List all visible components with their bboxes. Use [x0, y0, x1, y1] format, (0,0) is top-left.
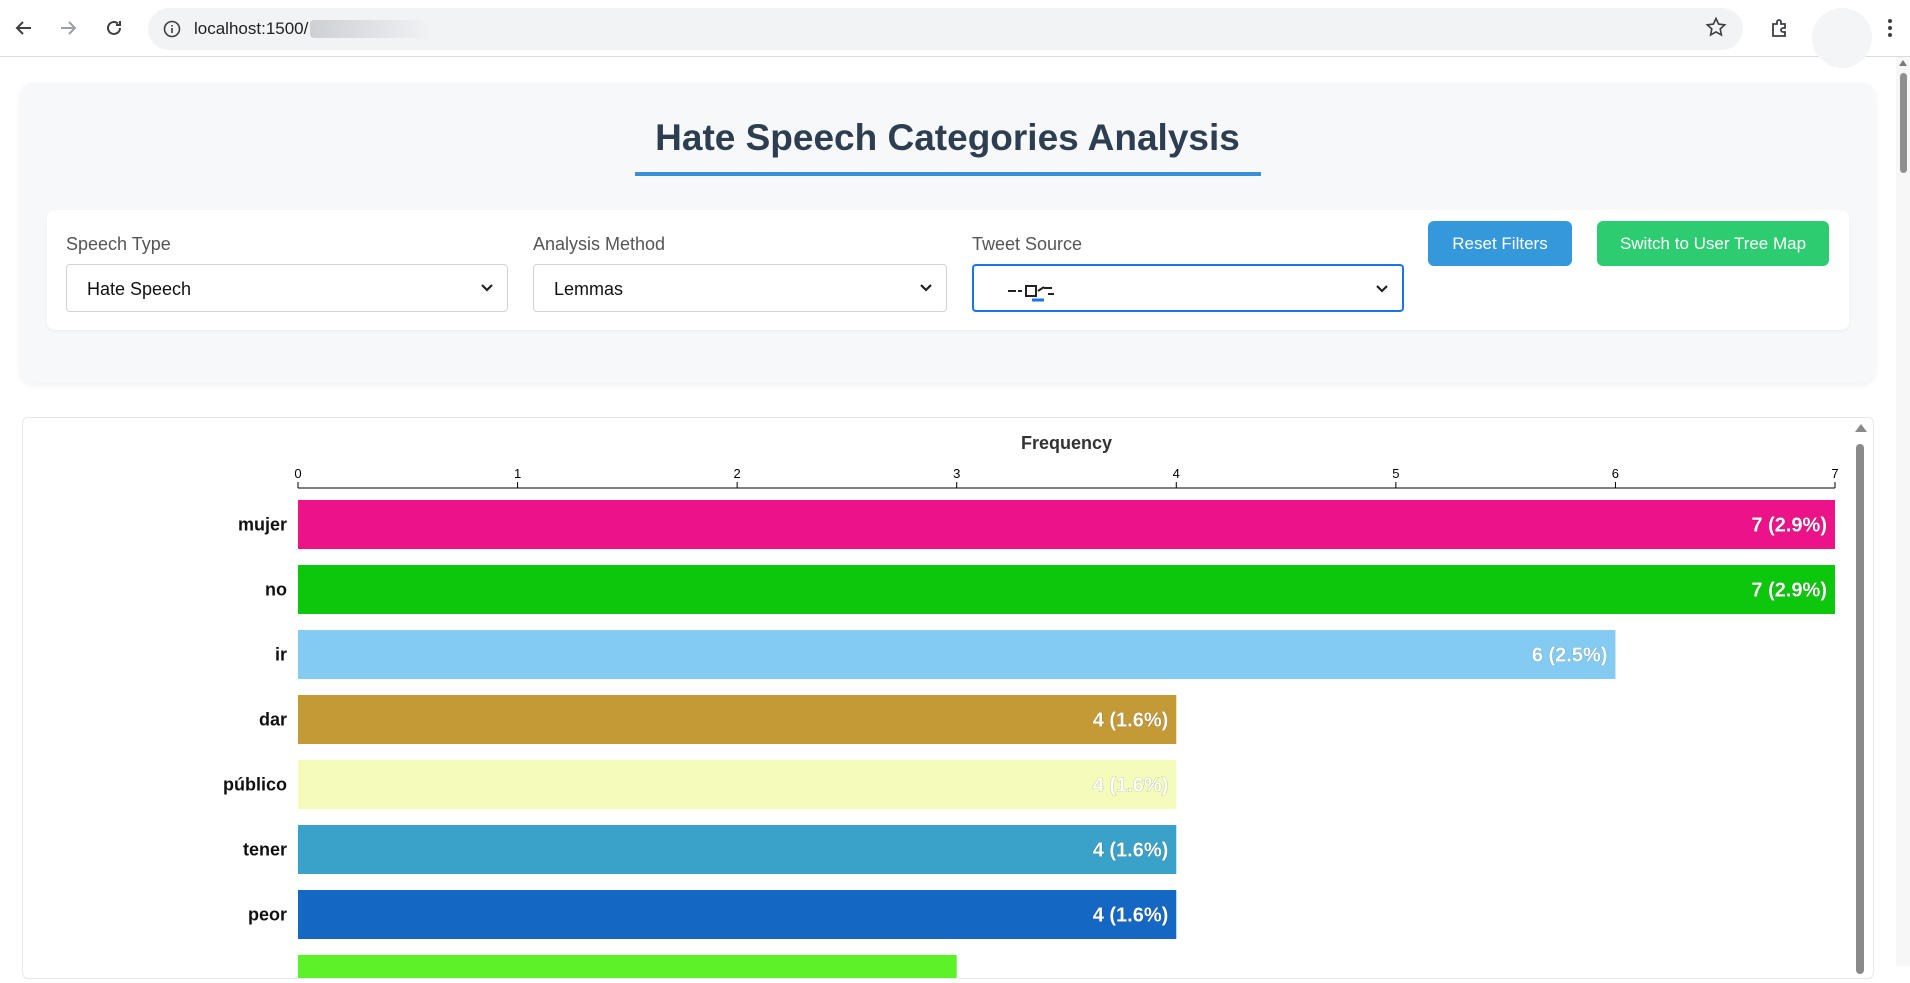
category-label: no — [265, 580, 287, 600]
reload-button[interactable] — [96, 10, 132, 46]
bar-value-label: 7 (2.9%) — [1751, 580, 1827, 602]
filter-controls: Speech Type Hate Speech Analysis Method … — [47, 210, 1849, 330]
x-tick-label: 6 — [1612, 466, 1619, 481]
bar — [298, 955, 957, 983]
category-label: ir — [275, 645, 287, 665]
category-label: tener — [243, 840, 287, 860]
forward-button[interactable] — [50, 10, 86, 46]
bar — [298, 695, 1177, 744]
bar-value-label: 7 (2.9%) — [1751, 515, 1827, 537]
bar — [298, 565, 1835, 614]
puzzle-icon — [1772, 19, 1786, 37]
bar — [298, 825, 1177, 874]
info-icon — [163, 20, 181, 38]
speech-type-select[interactable]: Hate Speech — [66, 264, 508, 312]
speech-type-label: Speech Type — [66, 234, 171, 254]
bar-value-label: 4 (1.6%) — [1093, 840, 1169, 862]
star-icon — [1705, 16, 1727, 37]
category-label: dar — [259, 710, 287, 730]
category-label: mujer — [238, 515, 287, 535]
bar-value-label: 4 (1.6%) — [1093, 710, 1169, 732]
page-scrollbar[interactable] — [1896, 57, 1910, 966]
speech-type-value: Hate Speech — [87, 279, 192, 299]
chevron-down-icon — [920, 284, 932, 292]
url-text: localhost:1500/ — [194, 19, 309, 38]
page-scrollbar-thumb[interactable] — [1900, 73, 1907, 173]
frequency-bar-chart: Frequency 0 1 2 3 4 5 6 7 mujer 7 (2.9%) no 7 (2.9%)… — [223, 433, 1839, 983]
category-label: público — [223, 775, 287, 795]
bookmark-button[interactable] — [1705, 16, 1727, 44]
page-title: Hate Speech Categories Analysis — [655, 117, 1240, 158]
redacted-selection-mark — [1008, 285, 1054, 302]
x-tick-label: 2 — [734, 466, 741, 481]
chevron-down-icon — [1376, 285, 1388, 293]
chart-scrollbar[interactable] — [1852, 424, 1868, 974]
extensions-button[interactable] — [1762, 10, 1798, 46]
reload-icon — [107, 20, 121, 35]
analysis-method-value: Lemmas — [554, 279, 624, 299]
x-tick-label: 0 — [294, 466, 301, 481]
bar-value-label: 4 (1.6%) — [1093, 905, 1169, 927]
bar — [298, 890, 1177, 939]
switch-to-user-tree-map-button[interactable]: Switch to User Tree Map — [1597, 221, 1829, 266]
back-button[interactable] — [6, 10, 42, 46]
site-info-button[interactable] — [160, 17, 184, 41]
analysis-method-select[interactable]: Lemmas — [533, 264, 947, 312]
browser-menu-button[interactable] — [1872, 10, 1908, 46]
x-axis-title: Frequency — [1021, 433, 1112, 453]
redacted-url-segment — [310, 20, 430, 38]
x-tick-label: 4 — [1173, 466, 1180, 481]
chart-scroll-up-arrow[interactable] — [1855, 424, 1867, 432]
bar — [298, 760, 1177, 809]
category-label: peor — [248, 905, 287, 925]
chart-card: Frequency 0 1 2 3 4 5 6 7 mujer 7 (2.9%) no 7 (2.9%)… — [22, 417, 1874, 983]
more-vertical-icon — [1888, 19, 1892, 37]
profile-avatar[interactable] — [1812, 8, 1872, 68]
title-underline — [635, 172, 1261, 176]
arrow-left-icon — [15, 21, 31, 35]
scroll-up-arrow[interactable] — [1899, 60, 1907, 66]
analysis-method-label: Analysis Method — [533, 234, 666, 254]
bar-value-label: 6 (2.5%) — [1532, 645, 1608, 667]
browser-toolbar: localhost:1500/ — [0, 0, 1910, 68]
address-bar[interactable]: localhost:1500/ — [148, 8, 1743, 50]
tweet-source-label: Tweet Source — [972, 234, 1083, 254]
arrow-right-icon — [61, 21, 77, 35]
tweet-source-select[interactable] — [972, 264, 1404, 312]
chevron-down-icon — [481, 284, 493, 292]
x-tick-label: 5 — [1392, 466, 1399, 481]
x-tick-label: 1 — [514, 466, 521, 481]
bar — [298, 500, 1835, 549]
reset-filters-button[interactable]: Reset Filters — [1428, 221, 1572, 266]
x-tick-label: 3 — [953, 466, 960, 481]
bar — [298, 630, 1616, 679]
chart-scrollbar-thumb[interactable] — [1856, 444, 1864, 974]
x-tick-label: 7 — [1831, 466, 1838, 481]
filter-panel: Hate Speech Categories Analysis Speech T… — [20, 83, 1875, 383]
bar-value-label: 4 (1.6%) — [1093, 775, 1169, 797]
